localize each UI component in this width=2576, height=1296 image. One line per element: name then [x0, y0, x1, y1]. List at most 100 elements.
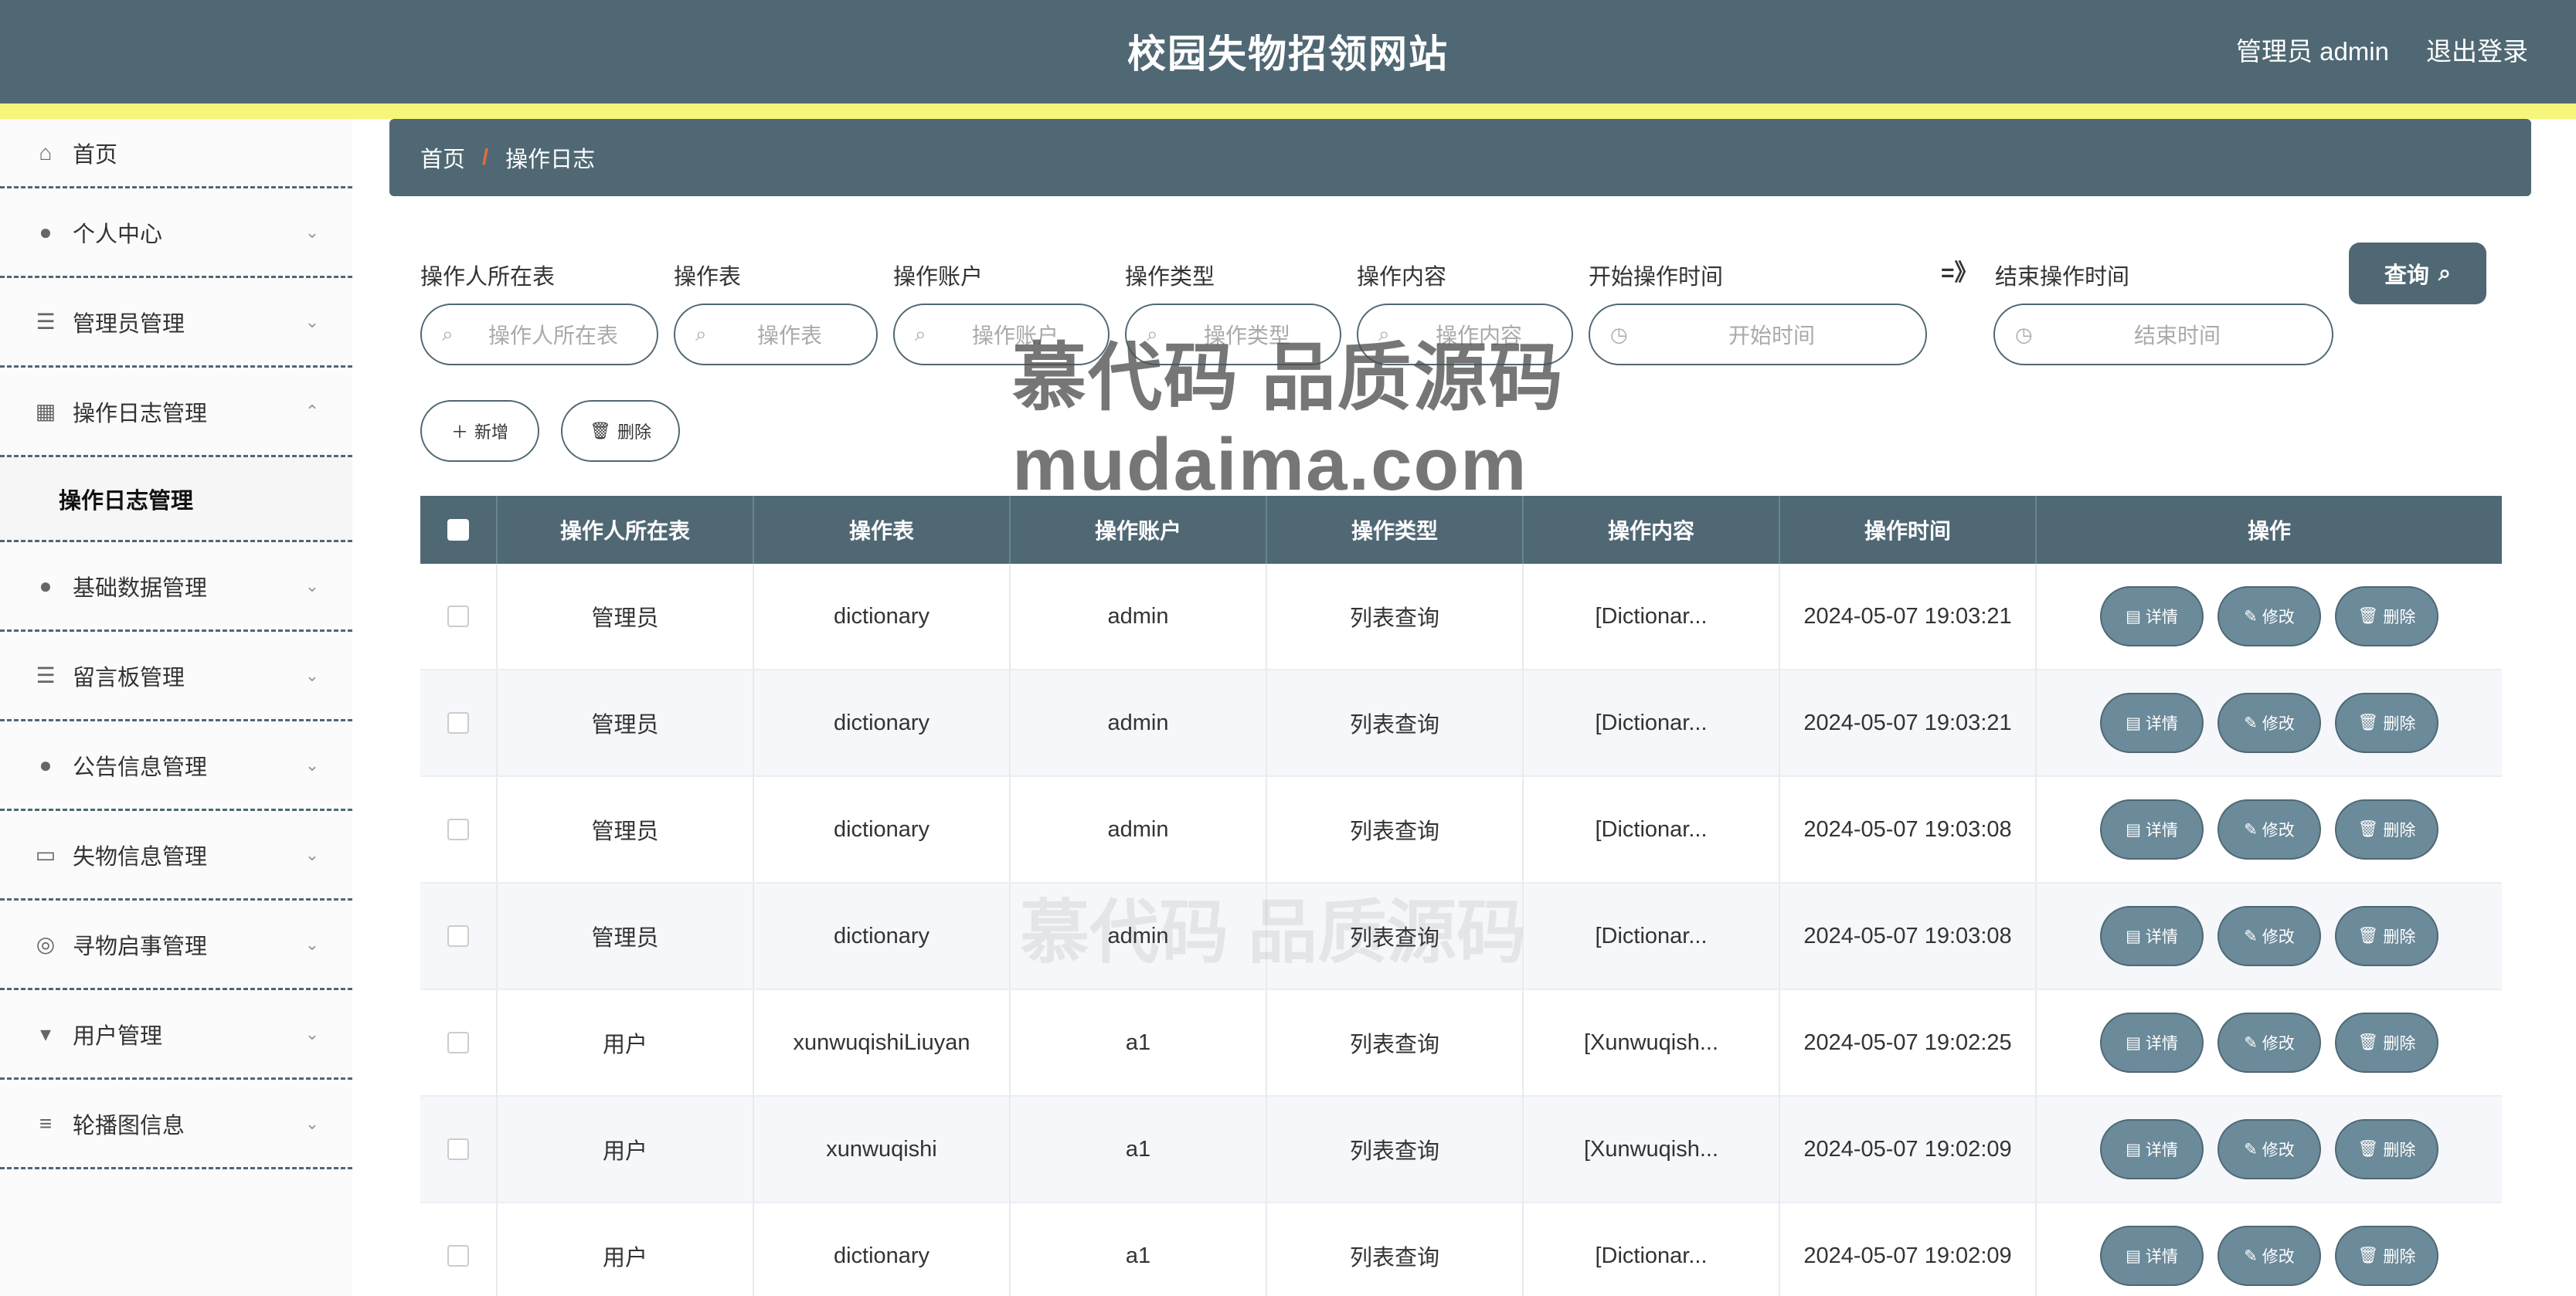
sidebar-item-message-board[interactable]: ☰ 留言板管理 ⌄: [0, 632, 352, 721]
filter-label-content: 操作内容: [1357, 265, 1447, 290]
edit-button[interactable]: ✎ 修改: [2217, 1226, 2321, 1286]
edit-button[interactable]: ✎ 修改: [2217, 693, 2321, 753]
row-select-cell: [420, 564, 498, 669]
list-icon: ☰: [36, 663, 56, 687]
sidebar-item-personal-center[interactable]: ● 个人中心 ⌄: [0, 188, 352, 278]
add-button[interactable]: ＋ 新增: [420, 400, 539, 462]
sidebar-item-admin-management[interactable]: ☰ 管理员管理 ⌄: [0, 278, 352, 368]
row-select-cell: [420, 777, 498, 882]
row-checkbox[interactable]: [447, 1032, 469, 1053]
trash-icon: 🗑: [590, 421, 611, 440]
detail-button[interactable]: ▤ 详情: [2100, 799, 2204, 860]
edit-button[interactable]: ✎ 修改: [2217, 906, 2321, 966]
filter-input-type[interactable]: ⌕ 操作类型: [1125, 304, 1341, 365]
row-actions: ▤ 详情 ✎ 修改 🗑 删除: [2037, 990, 2502, 1095]
row-checkbox[interactable]: [447, 925, 469, 947]
sidebar-item-label: 留言板管理: [73, 665, 185, 690]
sidebar-item-home[interactable]: ⌂ 首页: [0, 119, 352, 188]
query-button[interactable]: 查询 ⌕: [2349, 243, 2486, 304]
table-cell: 列表查询: [1267, 670, 1524, 775]
filter-input-op-table[interactable]: ⌕ 操作表: [674, 304, 878, 365]
edit-button-label: 修改: [2262, 609, 2295, 626]
sidebar-item-announcements[interactable]: ● 公告信息管理 ⌄: [0, 721, 352, 811]
sidebar-item-lost-items[interactable]: ▭ 失物信息管理 ⌄: [0, 811, 352, 901]
row-checkbox[interactable]: [447, 1138, 469, 1160]
delete-button[interactable]: 🗑 删除: [2335, 586, 2438, 646]
plus-icon: ＋: [450, 422, 468, 442]
row-checkbox[interactable]: [447, 606, 469, 627]
edit-button[interactable]: ✎ 修改: [2217, 1013, 2321, 1073]
row-checkbox[interactable]: [447, 1245, 469, 1267]
sidebar-subitem-log-management[interactable]: 操作日志管理: [0, 457, 352, 542]
sidebar-item-label: 轮播图信息: [73, 1113, 185, 1138]
edit-button[interactable]: ✎ 修改: [2217, 799, 2321, 860]
delete-button[interactable]: 🗑 删除: [2335, 799, 2438, 860]
table-cell: 管理员: [498, 670, 754, 775]
table-cell: dictionary: [754, 884, 1011, 989]
sidebar-item-label: 个人中心: [73, 222, 163, 247]
breadcrumb-home[interactable]: 首页: [420, 141, 465, 174]
table-cell: a1: [1011, 1203, 1267, 1296]
select-all-checkbox[interactable]: [447, 519, 469, 541]
input-placeholder: 开始时间: [1728, 324, 1815, 348]
batch-delete-button[interactable]: 🗑 删除: [561, 400, 680, 462]
edit-button[interactable]: ✎ 修改: [2217, 586, 2321, 646]
detail-button[interactable]: ▤ 详情: [2100, 1226, 2204, 1286]
table-cell: [Dictionar...: [1524, 884, 1780, 989]
input-placeholder: 操作人所在表: [488, 324, 618, 348]
delete-button[interactable]: 🗑 删除: [2335, 906, 2438, 966]
search-icon: ⌕: [915, 322, 926, 345]
table-cell: 2024-05-07 19:03:21: [1780, 564, 2037, 669]
sidebar-item-label: 用户管理: [73, 1023, 163, 1049]
detail-button[interactable]: ▤ 详情: [2100, 693, 2204, 753]
chevron-down-icon: ⌄: [304, 575, 320, 595]
delete-button[interactable]: 🗑 删除: [2335, 1119, 2438, 1179]
detail-button[interactable]: ▤ 详情: [2100, 586, 2204, 646]
row-actions: ▤ 详情 ✎ 修改 🗑 删除: [2037, 1203, 2502, 1296]
filter-label-end-time: 结束操作时间: [1995, 265, 2130, 290]
table-cell: [Dictionar...: [1524, 777, 1780, 882]
sidebar-item-log-management[interactable]: ▦ 操作日志管理 ⌃: [0, 368, 352, 457]
detail-button[interactable]: ▤ 详情: [2100, 1119, 2204, 1179]
table-cell: 2024-05-07 19:03:21: [1780, 670, 2037, 775]
filter-input-account[interactable]: ⌕ 操作账户: [893, 304, 1110, 365]
chevron-down-icon: ⌄: [304, 934, 320, 954]
table-cell: dictionary: [754, 564, 1011, 669]
filter-input-start-time[interactable]: ◷ 开始时间: [1589, 304, 1927, 365]
delete-button-label: 删除: [2383, 1035, 2416, 1053]
detail-button-label: 详情: [2145, 822, 2178, 840]
sidebar-item-carousel[interactable]: ≡ 轮播图信息 ⌄: [0, 1080, 352, 1169]
table-cell: 2024-05-07 19:02:09: [1780, 1203, 2037, 1296]
filter-input-content[interactable]: ⌕ 操作内容: [1357, 304, 1573, 365]
detail-button-label: 详情: [2145, 715, 2178, 733]
sidebar-item-user-management[interactable]: ▾ 用户管理 ⌄: [0, 990, 352, 1080]
filter-label-table: 操作人所在表: [420, 265, 556, 290]
edit-button[interactable]: ✎ 修改: [2217, 1119, 2321, 1179]
delete-button[interactable]: 🗑 删除: [2335, 1013, 2438, 1073]
pencil-icon: ✎: [2244, 1140, 2258, 1159]
table-row: 管理员 dictionary admin 列表查询 [Dictionar... 2024-…: [420, 777, 2502, 884]
input-placeholder: 操作类型: [1203, 324, 1290, 348]
search-icon: ⌕: [1147, 322, 1158, 345]
filter-input-end-time[interactable]: ◷ 结束时间: [1993, 304, 2333, 365]
logout-link[interactable]: 退出登录: [2426, 31, 2528, 68]
table-cell: dictionary: [754, 670, 1011, 775]
sidebar-item-basic-data[interactable]: ● 基础数据管理 ⌄: [0, 542, 352, 632]
pencil-icon: ✎: [2244, 607, 2258, 626]
sidebar-item-found-notices[interactable]: ◎ 寻物启事管理 ⌄: [0, 901, 352, 990]
breadcrumb-current: 操作日志: [505, 148, 596, 172]
document-icon: ▤: [2126, 607, 2141, 626]
row-checkbox[interactable]: [447, 819, 469, 840]
detail-button-label: 详情: [2145, 928, 2178, 946]
delete-button[interactable]: 🗑 删除: [2335, 693, 2438, 753]
delete-button[interactable]: 🗑 删除: [2335, 1226, 2438, 1286]
table-cell: a1: [1011, 1097, 1267, 1202]
user-icon: ●: [39, 573, 53, 598]
table-row: 用户 xunwuqishiLiuyan a1 列表查询 [Xunwuqish... 202…: [420, 990, 2502, 1097]
filter-input-table[interactable]: ⌕ 操作人所在表: [420, 304, 658, 365]
home-icon: ⌂: [39, 140, 53, 165]
row-checkbox[interactable]: [447, 712, 469, 734]
trash-icon: 🗑: [2357, 607, 2379, 625]
detail-button[interactable]: ▤ 详情: [2100, 906, 2204, 966]
detail-button[interactable]: ▤ 详情: [2100, 1013, 2204, 1073]
